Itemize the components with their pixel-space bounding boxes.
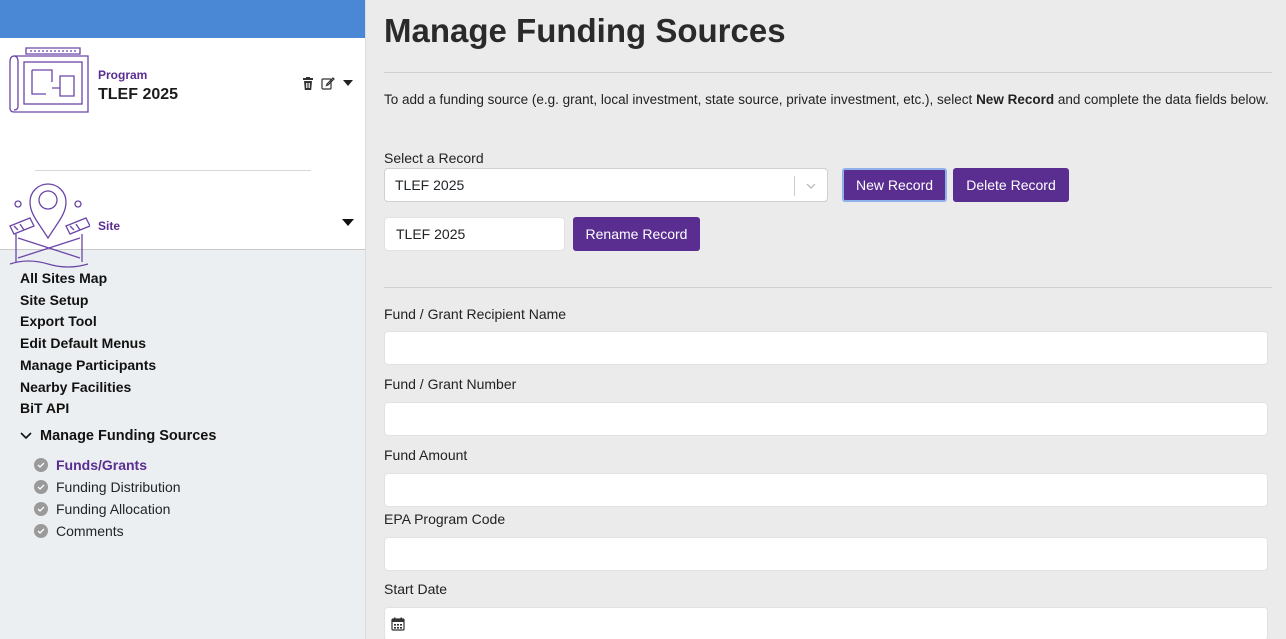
panel-divider — [35, 170, 311, 171]
subnav-item-funds-grants[interactable]: Funds/Grants — [34, 454, 216, 476]
location-pin-icon — [9, 183, 90, 268]
record-select-value: TLEF 2025 — [395, 177, 465, 193]
rename-record-input[interactable]: TLEF 2025 — [384, 217, 565, 251]
sidebar-top-bar — [0, 0, 365, 38]
funding-subnav: Funds/Grants Funding Distribution Fundin… — [34, 454, 216, 542]
edit-icon[interactable] — [321, 76, 335, 90]
subnav-item-label: Funds/Grants — [56, 456, 148, 473]
nav-section-manage-funding-sources[interactable]: Manage Funding Sources — [20, 428, 216, 444]
subnav-item-funding-distribution[interactable]: Funding Distribution — [34, 476, 216, 498]
record-select[interactable]: TLEF 2025 — [384, 168, 828, 202]
subnav-item-label: Funding Allocation — [56, 500, 171, 517]
caret-down-icon[interactable] — [341, 76, 355, 90]
subnav-item-label: Comments — [56, 522, 124, 539]
select-separator — [794, 176, 795, 196]
site-label: Site — [98, 219, 121, 233]
nav-item-export-tool[interactable]: Export Tool — [20, 311, 216, 333]
sidebar: Program TLEF 2025 Site All Sites Map Sit… — [0, 0, 366, 639]
epa-program-code-label: EPA Program Code — [384, 511, 506, 527]
nav-item-edit-default-menus[interactable]: Edit Default Menus — [20, 333, 216, 355]
nav-section-label: Manage Funding Sources — [40, 427, 217, 444]
context-panel: Program TLEF 2025 Site — [0, 38, 365, 268]
program-selector: Program TLEF 2025 — [8, 46, 365, 126]
chevron-down-icon — [803, 178, 819, 194]
intro-text-bold: New Record — [976, 92, 1055, 107]
section-divider — [384, 287, 1272, 288]
nav-item-all-sites-map[interactable]: All Sites Map — [20, 268, 216, 290]
start-date-input[interactable] — [384, 607, 1268, 639]
check-circle-icon — [34, 479, 48, 494]
chevron-down-icon — [20, 432, 32, 440]
program-actions — [301, 76, 355, 90]
subnav-item-funding-allocation[interactable]: Funding Allocation — [34, 498, 216, 520]
program-kicker: Program — [98, 68, 148, 82]
blueprint-icon — [9, 47, 89, 113]
delete-record-button[interactable]: Delete Record — [953, 168, 1069, 202]
select-record-label: Select a Record — [384, 150, 484, 166]
start-date-label: Start Date — [384, 581, 448, 597]
intro-text-part: and complete the data fields below. — [1054, 92, 1269, 107]
nav-item-bit-api[interactable]: BiT API — [20, 398, 216, 420]
sidebar-nav: All Sites Map Site Setup Export Tool Edi… — [20, 268, 216, 542]
grant-number-label: Fund / Grant Number — [384, 376, 517, 392]
check-circle-icon — [34, 501, 48, 516]
site-selector: Site — [8, 178, 365, 270]
site-dropdown-toggle[interactable] — [341, 216, 355, 230]
main-content: Manage Funding Sources To add a funding … — [366, 0, 1286, 639]
nav-item-manage-participants[interactable]: Manage Participants — [20, 355, 216, 377]
fund-amount-label: Fund Amount — [384, 447, 468, 463]
nav-item-nearby-facilities[interactable]: Nearby Facilities — [20, 377, 216, 399]
rename-record-button[interactable]: Rename Record — [573, 217, 700, 251]
epa-program-code-input[interactable] — [384, 537, 1268, 571]
program-name: TLEF 2025 — [98, 86, 179, 103]
subnav-item-label: Funding Distribution — [56, 478, 181, 495]
nav-item-site-setup[interactable]: Site Setup — [20, 290, 216, 312]
subnav-item-comments[interactable]: Comments — [34, 520, 216, 542]
page-title: Manage Funding Sources — [384, 12, 786, 49]
intro-text: To add a funding source (e.g. grant, loc… — [384, 89, 1274, 111]
check-circle-icon — [34, 523, 48, 538]
trash-icon[interactable] — [301, 76, 315, 90]
caret-down-icon — [342, 219, 354, 226]
intro-text-part: To add a funding source (e.g. grant, loc… — [384, 92, 977, 107]
new-record-button[interactable]: New Record — [842, 168, 947, 202]
check-circle-icon — [34, 457, 48, 472]
title-divider — [384, 72, 1272, 73]
fund-amount-input[interactable] — [384, 473, 1268, 507]
recipient-name-input[interactable] — [384, 331, 1268, 365]
grant-number-input[interactable] — [384, 402, 1268, 436]
recipient-name-label: Fund / Grant Recipient Name — [384, 306, 567, 322]
calendar-icon — [391, 617, 405, 631]
